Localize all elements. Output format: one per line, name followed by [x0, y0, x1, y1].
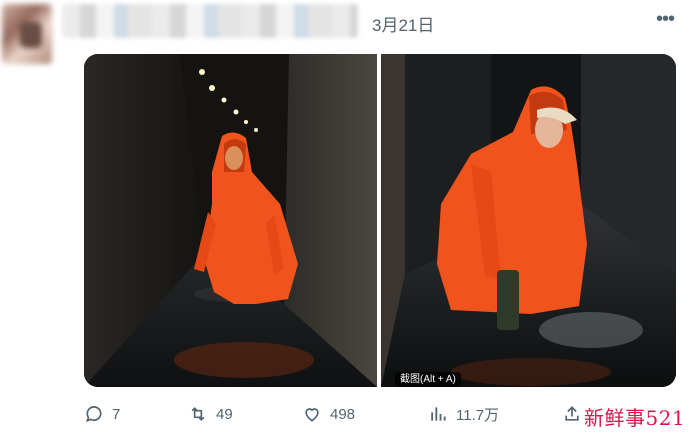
retweet-count: 49: [216, 405, 233, 423]
retweet-button[interactable]: 49: [188, 402, 233, 426]
media-grid: 截图(Alt + A): [84, 54, 676, 387]
heart-icon: [305, 408, 319, 422]
like-count: 498: [330, 405, 356, 423]
alt-badge[interactable]: 截图(Alt + A): [395, 372, 461, 387]
post-date[interactable]: 3月21日: [372, 11, 434, 36]
reply-icon: [85, 406, 102, 423]
share-icon: [565, 406, 579, 421]
share-button[interactable]: [562, 402, 582, 426]
views-button[interactable]: 11.7万: [428, 402, 499, 426]
retweet-icon: [191, 407, 205, 421]
reply-button[interactable]: 7: [84, 402, 120, 426]
bar-chart-icon: [431, 407, 446, 421]
alley-scene-2: [381, 54, 676, 387]
avatar[interactable]: [2, 4, 52, 64]
watermark-text: 新鲜事521: [584, 406, 686, 430]
media-image-2[interactable]: 截图(Alt + A): [381, 54, 676, 387]
media-image-1[interactable]: [84, 54, 377, 387]
reply-count: 7: [112, 405, 121, 423]
author-name-redacted[interactable]: [62, 4, 358, 38]
more-icon[interactable]: •••: [656, 8, 675, 31]
alley-scene-1: [84, 54, 377, 387]
views-count: 11.7万: [456, 406, 500, 424]
like-button[interactable]: 498: [302, 402, 355, 426]
